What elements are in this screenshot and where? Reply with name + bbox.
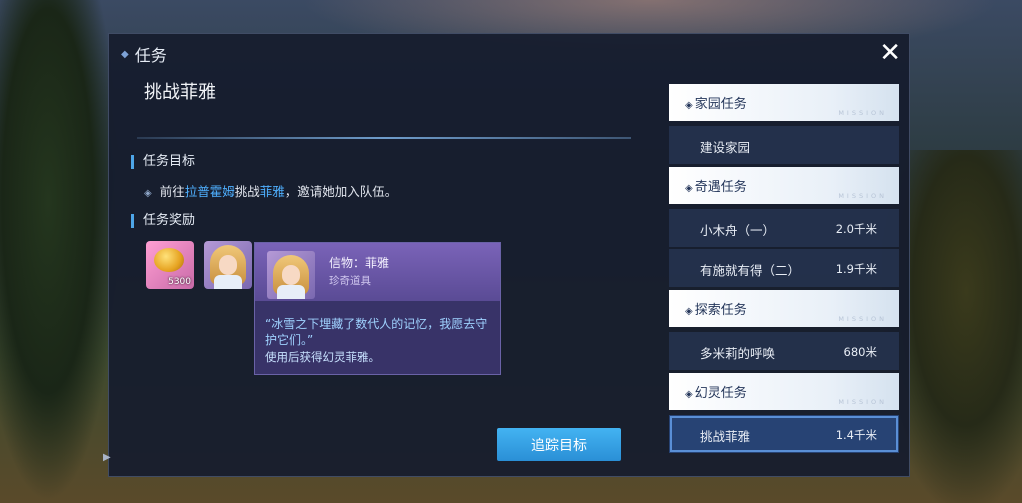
quest-item-distance: 2.0千米: [835, 222, 877, 236]
tooltip-description: 使用后获得幻灵菲雅。: [265, 350, 380, 364]
quest-item-domily-call[interactable]: 多米莉的呼唤 680米: [669, 332, 899, 370]
tooltip-item-type: 珍奇道具: [329, 275, 371, 287]
quest-item-name: 挑战菲雅: [700, 429, 751, 444]
panel-title: ◆ 任务: [121, 42, 167, 66]
quest-item-name: 多米莉的呼唤: [700, 346, 776, 361]
tooltip-quote: “冰雪之下埋藏了数代人的记忆，我愿去守护它们。”: [265, 317, 488, 347]
mission-watermark: MISSION: [838, 192, 887, 200]
track-target-button[interactable]: 追踪目标: [497, 428, 621, 461]
mission-watermark: MISSION: [838, 398, 887, 406]
mission-watermark: MISSION: [838, 315, 887, 323]
category-label: 幻灵任务: [694, 386, 747, 401]
character-link[interactable]: 菲雅: [260, 184, 285, 199]
close-button[interactable]: ✕: [879, 38, 901, 68]
mission-watermark: MISSION: [838, 109, 887, 117]
diamond-icon: ◈: [685, 389, 693, 400]
objective-part: ，邀请她加入队伍。: [284, 184, 398, 199]
reward-gold-coins[interactable]: 5300: [146, 241, 194, 289]
quest-item-distance: 1.9千米: [835, 262, 877, 276]
objective-text: ◈ 前往拉普霍姆挑战菲雅，邀请她加入队伍。: [144, 181, 397, 200]
category-phantom[interactable]: ◈ 幻灵任务 MISSION: [669, 373, 899, 410]
category-label: 奇遇任务: [694, 180, 747, 195]
category-label: 探索任务: [694, 303, 747, 318]
quest-item-distance: 1.4千米: [835, 428, 877, 442]
reward-quantity: 5300: [168, 277, 191, 287]
fiya-portrait-icon: [204, 241, 252, 289]
quest-item-name: 有施就有得（二）: [700, 263, 801, 278]
quest-item-name: 小木舟（一）: [700, 223, 776, 238]
diamond-icon: ◈: [685, 183, 693, 194]
objective-header: 任务目标: [131, 155, 195, 169]
reward-fiya-token[interactable]: [204, 241, 252, 289]
quest-panel: ◆ 任务 ✕ 挑战菲雅 任务目标 ◈ 前往拉普霍姆挑战菲雅，邀请她加入队伍。 任务…: [103, 33, 910, 477]
category-home[interactable]: ◈ 家园任务 MISSION: [669, 84, 899, 121]
quest-title: 挑战菲雅: [144, 82, 216, 103]
location-link[interactable]: 拉普霍姆: [185, 184, 235, 199]
bullet-icon: ◈: [144, 188, 152, 199]
quest-item-small-boat[interactable]: 小木舟（一） 2.0千米: [669, 209, 899, 247]
background-tree-left: [0, 0, 120, 503]
quest-item-give-and-get[interactable]: 有施就有得（二） 1.9千米: [669, 249, 899, 287]
item-tooltip: 信物：菲雅 珍奇道具 “冰雪之下埋藏了数代人的记忆，我愿去守护它们。” 使用后获…: [254, 242, 501, 375]
category-label: 家园任务: [694, 97, 747, 112]
objective-part: 前往: [159, 184, 185, 199]
category-encounter[interactable]: ◈ 奇遇任务 MISSION: [669, 167, 899, 204]
title-divider: [137, 137, 631, 139]
reward-header: 任务奖励: [131, 214, 195, 228]
quest-item-build-home[interactable]: 建设家园: [669, 126, 899, 164]
objective-part: 挑战: [234, 184, 260, 199]
tooltip-item-name: 信物：菲雅: [329, 256, 390, 270]
quest-item-distance: 680米: [843, 345, 877, 359]
diamond-icon: ◆: [121, 48, 129, 60]
category-exploration[interactable]: ◈ 探索任务 MISSION: [669, 290, 899, 327]
quest-item-name: 建设家园: [700, 140, 751, 155]
diamond-icon: ◈: [685, 100, 693, 111]
expand-arrow-icon[interactable]: ▶: [103, 452, 111, 463]
fiya-portrait-icon: [267, 251, 315, 299]
gold-coins-icon: [154, 248, 184, 272]
diamond-icon: ◈: [685, 306, 693, 317]
panel-title-text: 任务: [134, 46, 167, 65]
quest-item-challenge-fiya[interactable]: 挑战菲雅 1.4千米: [669, 415, 899, 453]
